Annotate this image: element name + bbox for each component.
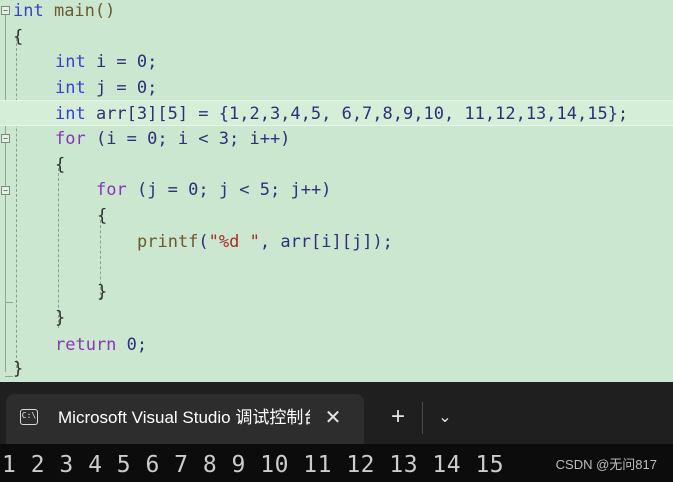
code-line[interactable]: } (0, 305, 673, 331)
terminal-tab[interactable]: C:\ Microsoft Visual Studio 调试控制台 ✕ (6, 394, 364, 444)
code-text: } (55, 308, 66, 328)
function-name: printf (137, 232, 199, 252)
code-line-current[interactable]: int arr[3][5] = {1,2,3,4,5, 6,7,8,9,10, … (0, 100, 673, 126)
code-text: , arr[i][j]); (259, 232, 393, 252)
code-line[interactable]: for (i = 0; i < 3; i++) (0, 126, 673, 152)
code-text: main() (43, 1, 116, 21)
code-text: arr[3][5] = {1,2,3,4,5, 6,7,8,9,10, 11,1… (85, 104, 629, 124)
code-text: { (97, 206, 108, 226)
code-line[interactable]: { (0, 152, 673, 178)
keyword: int (55, 52, 86, 72)
code-text: (j = 0; j < 5; j++) (126, 180, 332, 200)
code-editor[interactable]: − − − int main() { int i = 0; int j = 0;… (0, 0, 673, 382)
code-text: { (55, 155, 66, 175)
console-icon: C:\ (20, 409, 38, 425)
keyword: int (55, 104, 86, 124)
code-line[interactable]: int j = 0; (0, 75, 673, 101)
code-line[interactable]: int i = 0; (0, 49, 673, 75)
terminal-tab-bar: C:\ Microsoft Visual Studio 调试控制台 ✕ + ⌄ (0, 382, 673, 444)
divider (422, 402, 423, 434)
close-icon[interactable]: ✕ (320, 406, 346, 432)
code-line[interactable]: return 0; (0, 332, 673, 358)
code-line[interactable]: { (0, 203, 673, 229)
code-text: j = 0; (85, 78, 158, 98)
console-window[interactable]: 1 2 3 4 5 6 7 8 9 10 11 12 13 14 15 CSDN… (0, 444, 673, 482)
code-text: 0; (116, 335, 148, 355)
code-text: i = 0; (85, 52, 158, 72)
code-text: (i = 0; i < 3; i++) (85, 129, 291, 149)
keyword: int (55, 78, 86, 98)
string-literal: "%d " (208, 232, 260, 252)
new-tab-button[interactable]: + (384, 404, 412, 432)
keyword: return (55, 335, 117, 355)
chevron-down-icon[interactable]: ⌄ (432, 404, 458, 432)
code-line[interactable]: } (0, 279, 673, 305)
code-line[interactable]: { (0, 24, 673, 50)
keyword: for (96, 180, 127, 200)
keyword: for (55, 129, 86, 149)
console-output: 1 2 3 4 5 6 7 8 9 10 11 12 13 14 15 (2, 452, 505, 478)
code-text: } (97, 282, 108, 302)
code-text: ( (198, 232, 209, 252)
watermark: CSDN @无问817 (555, 457, 657, 472)
code-line[interactable]: for (j = 0; j < 5; j++) (0, 177, 673, 203)
code-text: { (13, 27, 24, 47)
code-line[interactable]: int main() (0, 0, 673, 24)
code-line[interactable]: printf("%d ", arr[i][j]); (0, 229, 673, 255)
keyword: int (13, 1, 44, 21)
code-text: } (13, 359, 24, 379)
code-line[interactable]: } (0, 356, 673, 382)
tab-title: Microsoft Visual Studio 调试控制台 (58, 408, 310, 427)
